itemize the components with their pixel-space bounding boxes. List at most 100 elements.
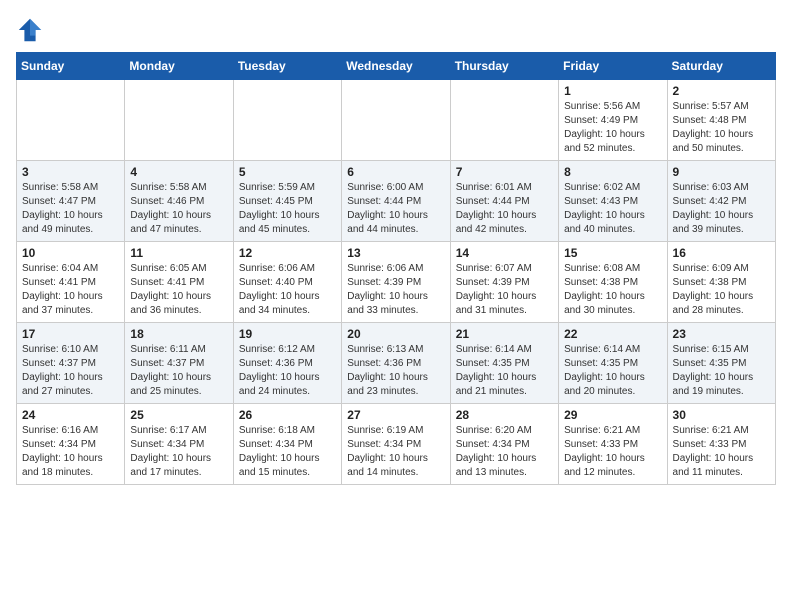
day-number: 13 [347, 246, 444, 260]
day-info: Sunrise: 5:57 AM Sunset: 4:48 PM Dayligh… [673, 100, 770, 156]
calendar-cell [125, 80, 233, 161]
calendar-header-row: SundayMondayTuesdayWednesdayThursdayFrid… [17, 53, 776, 80]
day-info: Sunrise: 6:06 AM Sunset: 4:40 PM Dayligh… [239, 262, 336, 318]
day-info: Sunrise: 5:56 AM Sunset: 4:49 PM Dayligh… [564, 100, 661, 156]
day-number: 11 [130, 246, 227, 260]
calendar-cell [233, 80, 341, 161]
day-number: 24 [22, 408, 119, 422]
calendar-header-wednesday: Wednesday [342, 53, 450, 80]
day-info: Sunrise: 6:02 AM Sunset: 4:43 PM Dayligh… [564, 181, 661, 237]
page-header [16, 16, 776, 44]
day-info: Sunrise: 6:12 AM Sunset: 4:36 PM Dayligh… [239, 343, 336, 399]
day-info: Sunrise: 6:20 AM Sunset: 4:34 PM Dayligh… [456, 424, 553, 480]
day-number: 4 [130, 165, 227, 179]
day-number: 28 [456, 408, 553, 422]
calendar-week-3: 10Sunrise: 6:04 AM Sunset: 4:41 PM Dayli… [17, 242, 776, 323]
day-number: 3 [22, 165, 119, 179]
calendar-week-2: 3 Sunrise: 5:58 AM Sunset: 4:47 PM Daylig… [17, 161, 776, 242]
calendar-cell [17, 80, 125, 161]
calendar-cell: 5 Sunrise: 5:59 AM Sunset: 4:45 PM Daylig… [233, 161, 341, 242]
day-number: 14 [456, 246, 553, 260]
calendar-cell: 24Sunrise: 6:16 AM Sunset: 4:34 PM Dayli… [17, 404, 125, 485]
day-info: Sunrise: 6:18 AM Sunset: 4:34 PM Dayligh… [239, 424, 336, 480]
day-number: 5 [239, 165, 336, 179]
day-info: Sunrise: 6:01 AM Sunset: 4:44 PM Dayligh… [456, 181, 553, 237]
day-info: Sunrise: 6:07 AM Sunset: 4:39 PM Dayligh… [456, 262, 553, 318]
calendar-cell [450, 80, 558, 161]
day-number: 17 [22, 327, 119, 341]
calendar-cell: 3 Sunrise: 5:58 AM Sunset: 4:47 PM Daylig… [17, 161, 125, 242]
day-info: Sunrise: 5:58 AM Sunset: 4:46 PM Dayligh… [130, 181, 227, 237]
day-number: 18 [130, 327, 227, 341]
calendar-cell: 20Sunrise: 6:13 AM Sunset: 4:36 PM Dayli… [342, 323, 450, 404]
calendar-header-saturday: Saturday [667, 53, 775, 80]
day-info: Sunrise: 6:05 AM Sunset: 4:41 PM Dayligh… [130, 262, 227, 318]
calendar-header-tuesday: Tuesday [233, 53, 341, 80]
calendar-header-friday: Friday [559, 53, 667, 80]
day-number: 27 [347, 408, 444, 422]
day-info: Sunrise: 6:09 AM Sunset: 4:38 PM Dayligh… [673, 262, 770, 318]
day-info: Sunrise: 6:06 AM Sunset: 4:39 PM Dayligh… [347, 262, 444, 318]
calendar-cell: 9 Sunrise: 6:03 AM Sunset: 4:42 PM Daylig… [667, 161, 775, 242]
calendar-cell: 8 Sunrise: 6:02 AM Sunset: 4:43 PM Daylig… [559, 161, 667, 242]
day-info: Sunrise: 6:11 AM Sunset: 4:37 PM Dayligh… [130, 343, 227, 399]
day-info: Sunrise: 6:04 AM Sunset: 4:41 PM Dayligh… [22, 262, 119, 318]
day-number: 16 [673, 246, 770, 260]
calendar-week-5: 24Sunrise: 6:16 AM Sunset: 4:34 PM Dayli… [17, 404, 776, 485]
calendar-week-1: 1 Sunrise: 5:56 AM Sunset: 4:49 PM Daylig… [17, 80, 776, 161]
calendar-cell: 23 Sunrise: 6:15 AM Sunset: 4:35 PM Dayli… [667, 323, 775, 404]
calendar-cell: 22Sunrise: 6:14 AM Sunset: 4:35 PM Dayli… [559, 323, 667, 404]
day-info: Sunrise: 5:59 AM Sunset: 4:45 PM Dayligh… [239, 181, 336, 237]
calendar-table: SundayMondayTuesdayWednesdayThursdayFrid… [16, 52, 776, 485]
calendar-cell: 26 Sunrise: 6:18 AM Sunset: 4:34 PM Dayli… [233, 404, 341, 485]
day-number: 25 [130, 408, 227, 422]
day-info: Sunrise: 6:21 AM Sunset: 4:33 PM Dayligh… [564, 424, 661, 480]
calendar-cell: 10Sunrise: 6:04 AM Sunset: 4:41 PM Dayli… [17, 242, 125, 323]
day-info: Sunrise: 6:13 AM Sunset: 4:36 PM Dayligh… [347, 343, 444, 399]
calendar-cell: 29 Sunrise: 6:21 AM Sunset: 4:33 PM Dayli… [559, 404, 667, 485]
day-info: Sunrise: 6:10 AM Sunset: 4:37 PM Dayligh… [22, 343, 119, 399]
calendar-cell: 6 Sunrise: 6:00 AM Sunset: 4:44 PM Daylig… [342, 161, 450, 242]
day-info: Sunrise: 6:17 AM Sunset: 4:34 PM Dayligh… [130, 424, 227, 480]
day-number: 8 [564, 165, 661, 179]
calendar-cell: 2 Sunrise: 5:57 AM Sunset: 4:48 PM Daylig… [667, 80, 775, 161]
day-number: 7 [456, 165, 553, 179]
day-info: Sunrise: 6:08 AM Sunset: 4:38 PM Dayligh… [564, 262, 661, 318]
calendar-cell: 15Sunrise: 6:08 AM Sunset: 4:38 PM Dayli… [559, 242, 667, 323]
day-info: Sunrise: 5:58 AM Sunset: 4:47 PM Dayligh… [22, 181, 119, 237]
calendar-cell: 1 Sunrise: 5:56 AM Sunset: 4:49 PM Daylig… [559, 80, 667, 161]
calendar-cell: 14 Sunrise: 6:07 AM Sunset: 4:39 PM Dayli… [450, 242, 558, 323]
calendar-cell: 30 Sunrise: 6:21 AM Sunset: 4:33 PM Dayli… [667, 404, 775, 485]
day-info: Sunrise: 6:00 AM Sunset: 4:44 PM Dayligh… [347, 181, 444, 237]
day-info: Sunrise: 6:19 AM Sunset: 4:34 PM Dayligh… [347, 424, 444, 480]
day-number: 30 [673, 408, 770, 422]
day-info: Sunrise: 6:14 AM Sunset: 4:35 PM Dayligh… [564, 343, 661, 399]
calendar-cell: 27 Sunrise: 6:19 AM Sunset: 4:34 PM Dayli… [342, 404, 450, 485]
calendar-cell: 7 Sunrise: 6:01 AM Sunset: 4:44 PM Daylig… [450, 161, 558, 242]
calendar-cell: 18 Sunrise: 6:11 AM Sunset: 4:37 PM Dayli… [125, 323, 233, 404]
day-number: 19 [239, 327, 336, 341]
calendar-body: 1 Sunrise: 5:56 AM Sunset: 4:49 PM Daylig… [17, 80, 776, 485]
day-info: Sunrise: 6:15 AM Sunset: 4:35 PM Dayligh… [673, 343, 770, 399]
calendar-cell: 12 Sunrise: 6:06 AM Sunset: 4:40 PM Dayli… [233, 242, 341, 323]
day-number: 26 [239, 408, 336, 422]
day-number: 2 [673, 84, 770, 98]
calendar-cell: 17 Sunrise: 6:10 AM Sunset: 4:37 PM Dayli… [17, 323, 125, 404]
calendar-header-sunday: Sunday [17, 53, 125, 80]
calendar-cell [342, 80, 450, 161]
calendar-cell: 11 Sunrise: 6:05 AM Sunset: 4:41 PM Dayli… [125, 242, 233, 323]
day-info: Sunrise: 6:21 AM Sunset: 4:33 PM Dayligh… [673, 424, 770, 480]
day-number: 12 [239, 246, 336, 260]
logo-icon [16, 16, 44, 44]
calendar-cell: 19 Sunrise: 6:12 AM Sunset: 4:36 PM Dayli… [233, 323, 341, 404]
day-number: 9 [673, 165, 770, 179]
day-number: 21 [456, 327, 553, 341]
day-number: 1 [564, 84, 661, 98]
calendar-cell: 4 Sunrise: 5:58 AM Sunset: 4:46 PM Daylig… [125, 161, 233, 242]
day-info: Sunrise: 6:03 AM Sunset: 4:42 PM Dayligh… [673, 181, 770, 237]
calendar-header-thursday: Thursday [450, 53, 558, 80]
day-number: 6 [347, 165, 444, 179]
day-number: 23 [673, 327, 770, 341]
calendar-cell: 16 Sunrise: 6:09 AM Sunset: 4:38 PM Dayli… [667, 242, 775, 323]
day-number: 29 [564, 408, 661, 422]
